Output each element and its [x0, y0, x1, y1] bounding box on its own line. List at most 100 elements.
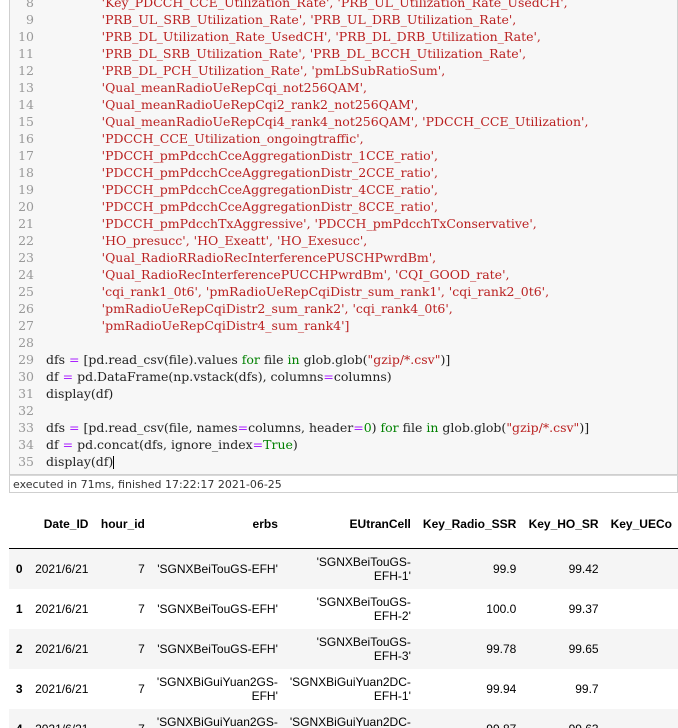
table-cell: 99.65: [522, 629, 605, 669]
code-token: glob.glob(: [438, 420, 507, 435]
table-row: 1 2021/6/21 7 'SGNXBeiTouGS-EFH' 'SGNXBeiTou…: [9, 589, 678, 629]
column-header-key-ho-sr: Key_HO_SR: [522, 500, 605, 549]
code-line[interactable]: 28: [10, 334, 677, 351]
table-cell: [604, 548, 678, 589]
table-cell: [605, 589, 678, 629]
code-token: glob.glob(: [299, 352, 368, 367]
code-line[interactable]: 12 'PRB_DL_PCH_Utilization_Rate', 'pmLbS…: [10, 62, 677, 79]
code-line[interactable]: 18 'PDCCH_pmPdcchCceAggregationDistr_2CC…: [10, 164, 677, 181]
table-row: 2 2021/6/21 7 'SGNXBeiTouGS-EFH' 'SGNXBeiTou…: [9, 629, 678, 669]
code-token: file: [259, 352, 288, 367]
line-number: 23: [18, 250, 34, 265]
code-line[interactable]: 25 'cqi_rank1_0t6', 'pmRadioUeRepCqiDist…: [10, 283, 677, 300]
code-line[interactable]: 32: [10, 402, 677, 419]
code-token: 'pmRadioUeRepCqiDistr4_sum_rank4']: [46, 318, 350, 333]
code-editor[interactable]: 8 'Key_PDCCH_CCE_Utilization_Rate', 'PRB…: [10, 0, 677, 470]
code-line[interactable]: 35 display(df): [10, 453, 677, 470]
line-number: 16: [18, 131, 34, 146]
code-line[interactable]: 33 dfs = [pd.read_csv(file, names=columns…: [10, 419, 677, 436]
code-token: =: [353, 420, 364, 435]
code-token: 0: [363, 420, 372, 435]
code-line[interactable]: 13 'Qual_meanRadioUeRepCqi_not256QAM',: [10, 79, 677, 96]
column-header-eutrancell: EUtranCell: [283, 500, 417, 549]
column-header-hour-id: hour_id: [94, 500, 151, 549]
line-number: 18: [18, 165, 34, 180]
code-token: df: [46, 437, 63, 452]
code-line[interactable]: 14 'Qual_meanRadioUeRepCqi2_rank2_not256…: [10, 96, 677, 113]
table-cell: 'SGNXBeiTouGS-EFH': [150, 548, 284, 589]
table-cell: 7: [94, 709, 151, 728]
line-number: 34: [18, 437, 34, 452]
code-line[interactable]: 24 'Qual_RadioRecInterferencePUCCHPwrdBm…: [10, 266, 677, 283]
execution-status-text: executed in 71ms, finished 17:22:17 2021…: [13, 478, 282, 491]
code-line[interactable]: 16 'PDCCH_CCE_Utilization_ongoingtraffic…: [10, 130, 677, 147]
table-cell: 100.0: [486, 602, 517, 616]
code-token: "gzip/*.csv": [506, 420, 580, 435]
table-cell: 'SGNXBiGuiYuan2DC-EFH-2': [283, 709, 417, 728]
code-line[interactable]: 27 'pmRadioUeRepCqiDistr4_sum_rank4']: [10, 317, 677, 334]
code-token: =: [323, 369, 334, 384]
table-cell: 99.78: [416, 629, 523, 669]
code-line[interactable]: 21 'PDCCH_pmPdcchTxAggressive', 'PDCCH_p…: [10, 215, 677, 232]
code-token: =: [252, 437, 264, 452]
code-line[interactable]: 9 'PRB_UL_SRB_Utilization_Rate', 'PRB_UL…: [10, 11, 677, 28]
code-cell-input[interactable]: 8 'Key_PDCCH_CCE_Utilization_Rate', 'PRB…: [9, 0, 678, 475]
code-token: 'PDCCH_pmPdcchCceAggregationDistr_1CCE_r…: [46, 148, 439, 163]
table-row: 0 2021/6/21 7 'SGNXBeiTouGS-EFH' 'SGNXBeiTou…: [9, 548, 678, 589]
table-cell: 'SGNXBeiTouGS-EFH-2': [316, 595, 411, 623]
code-line[interactable]: 15 'Qual_meanRadioUeRepCqi4_rank4_not256…: [10, 113, 677, 130]
code-token: 'Qual_meanRadioUeRepCqi4_rank4_not256QAM…: [46, 114, 589, 129]
table-cell: 2021/6/21: [28, 709, 95, 728]
line-number: 19: [18, 182, 34, 197]
code-line[interactable]: 26 'pmRadioUeRepCqiDistr2_sum_rank2', 'c…: [10, 300, 677, 317]
table-row: 42021/6/217'SGNXBiGuiYuan2GS-EFH''SGNXBi…: [9, 709, 678, 728]
table-row: 3 2021/6/21 7 'SGNXBiGuiYuan2GS-EFH' 'SGNXBi…: [9, 669, 678, 709]
line-number: 24: [18, 267, 34, 282]
line-number: 31: [18, 386, 34, 401]
code-token: 'cqi_rank1_0t6', 'pmRadioUeRepCqiDistr_s…: [46, 284, 550, 299]
table-cell: 2021/6/21: [35, 682, 89, 696]
line-number: 29: [18, 352, 34, 367]
row-index: 2: [9, 629, 29, 669]
code-token: ): [371, 420, 381, 435]
table-cell: 99.9: [416, 548, 523, 589]
table-cell: 'SGNXBeiTouGS-EFH': [157, 602, 278, 616]
code-token: display(df): [46, 454, 114, 469]
code-token: 'PDCCH_pmPdcchCceAggregationDistr_4CCE_r…: [46, 182, 439, 197]
code-line[interactable]: 17 'PDCCH_pmPdcchCceAggregationDistr_1CC…: [10, 147, 677, 164]
line-number: 11: [18, 46, 34, 61]
code-token: =: [69, 420, 80, 435]
line-number: 26: [18, 301, 34, 316]
line-number: 14: [18, 97, 34, 112]
line-number: 30: [18, 369, 34, 384]
table-cell: [604, 709, 678, 728]
table-cell: 7: [94, 548, 151, 589]
code-token: 'Qual_RadioRRadioRecInterferencePUSCHPwr…: [46, 250, 437, 265]
code-line[interactable]: 23 'Qual_RadioRRadioRecInterferencePUSCH…: [10, 249, 677, 266]
code-line[interactable]: 8 'Key_PDCCH_CCE_Utilization_Rate', 'PRB…: [10, 0, 677, 11]
code-line[interactable]: 34 df = pd.concat(dfs, ignore_index=True): [10, 436, 677, 453]
table-cell: 7: [138, 682, 145, 696]
table-cell: [604, 629, 678, 669]
table-cell: 'SGNXBeiTouGS-EFH': [150, 629, 284, 669]
code-token: display(df): [46, 386, 114, 401]
table-cell: 99.37: [568, 602, 599, 616]
code-token: pd.DataFrame(np.vstack(dfs), columns: [73, 369, 324, 384]
code-line[interactable]: 31 display(df): [10, 385, 677, 402]
code-line[interactable]: 19 'PDCCH_pmPdcchCceAggregationDistr_4CC…: [10, 181, 677, 198]
code-token: 'PRB_UL_SRB_Utilization_Rate', 'PRB_UL_D…: [46, 12, 517, 27]
code-line[interactable]: 20 'PDCCH_pmPdcchCceAggregationDistr_8CC…: [10, 198, 677, 215]
code-line[interactable]: 29 dfs = [pd.read_csv(file).values for fi…: [10, 351, 677, 368]
row-index: 1: [15, 602, 23, 616]
column-header-date-id: Date_ID: [28, 500, 95, 549]
code-token: "gzip/*.csv": [367, 352, 441, 367]
line-number: 27: [18, 318, 34, 333]
code-line[interactable]: 22 'HO_presucc', 'HO_Exeatt', 'HO_Exesuc…: [10, 232, 677, 249]
table-cell: 99.63: [522, 709, 605, 728]
code-line[interactable]: 30 df = pd.DataFrame(np.vstack(dfs), colu…: [10, 368, 677, 385]
code-line[interactable]: 11 'PRB_DL_SRB_Utilization_Rate', 'PRB_D…: [10, 45, 677, 62]
column-header-erbs: erbs: [150, 500, 284, 549]
code-line[interactable]: 10 'PRB_DL_Utilization_Rate_UsedCH', 'PR…: [10, 28, 677, 45]
column-header-key-radio-ssr: Key_Radio_SSR: [416, 500, 523, 549]
code-token: [pd.read_csv(file).values: [79, 352, 242, 367]
